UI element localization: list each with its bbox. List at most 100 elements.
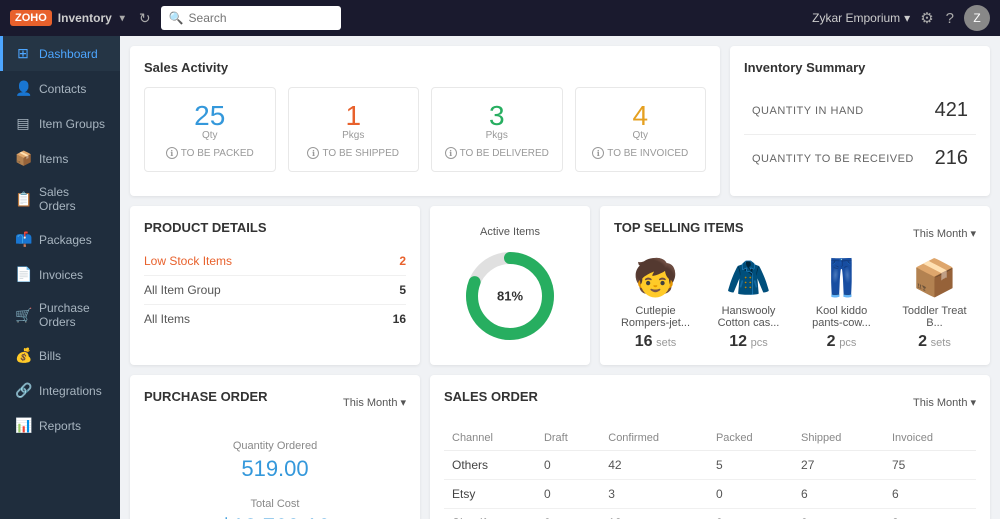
inventory-qty-received-row: QUANTITY TO BE RECEIVED 216 bbox=[744, 135, 976, 182]
sales-orders-icon: 📋 bbox=[15, 191, 31, 208]
top-item-1-qty-unit: pcs bbox=[751, 337, 768, 349]
avatar[interactable]: Z bbox=[964, 5, 990, 31]
so-etsy-invoiced: 6 bbox=[884, 480, 976, 509]
top-selling-period-icon: ▾ bbox=[970, 227, 976, 240]
sidebar-item-packages[interactable]: 📫 Packages bbox=[0, 222, 120, 257]
search-box[interactable]: 🔍 bbox=[161, 6, 341, 30]
top-item-0-name: Cutlepie Rompers-jet... bbox=[614, 305, 697, 329]
sidebar-label-integrations: Integrations bbox=[39, 384, 102, 398]
so-others-confirmed: 42 bbox=[600, 451, 708, 480]
delivered-value: 3 bbox=[489, 100, 505, 131]
sidebar-item-contacts[interactable]: 👤 Contacts bbox=[0, 71, 120, 106]
po-qty-value: 519.00 bbox=[144, 456, 406, 482]
all-items-row: All Items 16 bbox=[144, 305, 406, 333]
all-item-group-value: 5 bbox=[399, 283, 406, 297]
product-details-title: PRODUCT DETAILS bbox=[144, 220, 406, 235]
so-etsy-confirmed: 3 bbox=[600, 480, 708, 509]
so-col-channel: Channel bbox=[444, 426, 536, 451]
sidebar-item-invoices[interactable]: 📄 Invoices bbox=[0, 257, 120, 292]
settings-icon[interactable]: ⚙ bbox=[920, 9, 933, 27]
sidebar-item-items[interactable]: 📦 Items bbox=[0, 141, 120, 176]
purchase-order-section: PURCHASE ORDER This Month ▾ Quantity Ord… bbox=[130, 375, 420, 519]
po-period-btn[interactable]: This Month ▾ bbox=[343, 396, 406, 409]
sales-card-packed: 25 Qty ℹ TO BE PACKED bbox=[144, 87, 276, 172]
so-col-confirmed: Confirmed bbox=[600, 426, 708, 451]
top-row: Sales Activity 25 Qty ℹ TO BE PACKED 1 P… bbox=[130, 46, 990, 196]
donut-title: Active Items bbox=[460, 226, 560, 238]
po-period-label: This Month bbox=[343, 397, 397, 409]
packed-unit: Qty bbox=[157, 130, 263, 141]
top-item-0-qty: 16 sets bbox=[614, 333, 697, 351]
top-item-2-qty-unit: pcs bbox=[839, 337, 856, 349]
delivered-sub-icon: ℹ bbox=[445, 147, 457, 159]
so-others-invoiced: 75 bbox=[884, 451, 976, 480]
so-etsy-packed: 0 bbox=[708, 480, 793, 509]
so-etsy-channel: Etsy bbox=[444, 480, 536, 509]
po-qty-stat: Quantity Ordered 519.00 bbox=[144, 432, 406, 490]
qty-hand-label: QUANTITY IN HAND bbox=[752, 105, 864, 117]
sidebar-item-item-groups[interactable]: ▤ Item Groups bbox=[0, 106, 120, 141]
top-item-3-qty: 2 sets bbox=[893, 333, 976, 351]
search-icon: 🔍 bbox=[169, 11, 184, 25]
top-item-1-qty: 12 pcs bbox=[707, 333, 790, 351]
help-icon[interactable]: ? bbox=[946, 10, 954, 27]
sales-activity-section: Sales Activity 25 Qty ℹ TO BE PACKED 1 P… bbox=[130, 46, 720, 196]
logo[interactable]: ZOHO Inventory ▾ bbox=[10, 10, 125, 26]
bottom-row: PURCHASE ORDER This Month ▾ Quantity Ord… bbox=[130, 375, 990, 519]
so-others-draft: 0 bbox=[536, 451, 600, 480]
topbar: ZOHO Inventory ▾ ↻ 🔍 Zykar Emporium ▾ ⚙ … bbox=[0, 0, 1000, 36]
so-row-others: Others 0 42 5 27 75 bbox=[444, 451, 976, 480]
top-selling-title: TOP SELLING ITEMS bbox=[614, 220, 744, 235]
sales-activity-title: Sales Activity bbox=[144, 60, 706, 75]
qty-received-value: 216 bbox=[935, 147, 968, 170]
so-period-icon: ▾ bbox=[970, 396, 976, 409]
invoiced-unit: Qty bbox=[588, 130, 694, 141]
sidebar-item-purchase-orders[interactable]: 🛒 Purchase Orders bbox=[0, 292, 120, 338]
logo-dropdown-icon: ▾ bbox=[120, 13, 125, 24]
low-stock-row[interactable]: Low Stock Items 2 bbox=[144, 247, 406, 276]
packed-value: 25 bbox=[194, 100, 225, 131]
low-stock-value: 2 bbox=[399, 254, 406, 268]
sidebar-item-integrations[interactable]: 🔗 Integrations bbox=[0, 373, 120, 408]
top-item-1-qty-num: 12 bbox=[729, 333, 747, 350]
packages-icon: 📫 bbox=[15, 231, 31, 248]
sidebar-label-purchase-orders: Purchase Orders bbox=[39, 301, 108, 329]
invoices-icon: 📄 bbox=[15, 266, 31, 283]
sidebar-item-bills[interactable]: 💰 Bills bbox=[0, 338, 120, 373]
so-row-shopify: Shopify 0 12 0 0 2 bbox=[444, 509, 976, 519]
so-col-packed: Packed bbox=[708, 426, 793, 451]
po-cost-value: $12,760.16 bbox=[144, 514, 406, 519]
refresh-icon[interactable]: ↻ bbox=[139, 10, 151, 27]
search-input[interactable] bbox=[189, 11, 333, 25]
sidebar: ⊞ Dashboard 👤 Contacts ▤ Item Groups 📦 I… bbox=[0, 36, 120, 519]
so-table-header-row: Channel Draft Confirmed Packed Shipped I… bbox=[444, 426, 976, 451]
app-name: Inventory bbox=[58, 11, 112, 25]
active-items-donut-section: Active Items 81% bbox=[430, 206, 590, 365]
low-stock-label: Low Stock Items bbox=[144, 254, 232, 268]
sales-order-section: SALES ORDER This Month ▾ Channel Draft C… bbox=[430, 375, 990, 519]
shipped-unit: Pkgs bbox=[301, 130, 407, 141]
all-item-group-label: All Item Group bbox=[144, 283, 221, 297]
user-menu[interactable]: Zykar Emporium ▾ bbox=[812, 11, 910, 25]
sidebar-item-sales-orders[interactable]: 📋 Sales Orders bbox=[0, 176, 120, 222]
sidebar-label-invoices: Invoices bbox=[39, 268, 83, 282]
product-details-section: PRODUCT DETAILS Low Stock Items 2 All It… bbox=[130, 206, 420, 365]
inventory-qty-hand-row: QUANTITY IN HAND 421 bbox=[744, 87, 976, 135]
top-item-0-icon: 🧒 bbox=[614, 257, 697, 299]
shipped-label: ℹ TO BE SHIPPED bbox=[301, 147, 407, 159]
dashboard-icon: ⊞ bbox=[15, 45, 31, 62]
all-item-group-row: All Item Group 5 bbox=[144, 276, 406, 305]
top-item-1-name: Hanswooly Cotton cas... bbox=[707, 305, 790, 329]
so-period-btn[interactable]: This Month ▾ bbox=[913, 396, 976, 409]
top-selling-period-btn[interactable]: This Month ▾ bbox=[913, 227, 976, 240]
so-period-label: This Month bbox=[913, 397, 967, 409]
mid-row: PRODUCT DETAILS Low Stock Items 2 All It… bbox=[130, 206, 990, 365]
so-col-invoiced: Invoiced bbox=[884, 426, 976, 451]
item-groups-icon: ▤ bbox=[15, 115, 31, 132]
po-title: PURCHASE ORDER bbox=[144, 389, 268, 404]
sidebar-item-reports[interactable]: 📊 Reports bbox=[0, 408, 120, 443]
inventory-summary-section: Inventory Summary QUANTITY IN HAND 421 Q… bbox=[730, 46, 990, 196]
sidebar-item-dashboard[interactable]: ⊞ Dashboard bbox=[0, 36, 120, 71]
top-item-3-name: Toddler Treat B... bbox=[893, 305, 976, 329]
all-items-label: All Items bbox=[144, 312, 190, 326]
